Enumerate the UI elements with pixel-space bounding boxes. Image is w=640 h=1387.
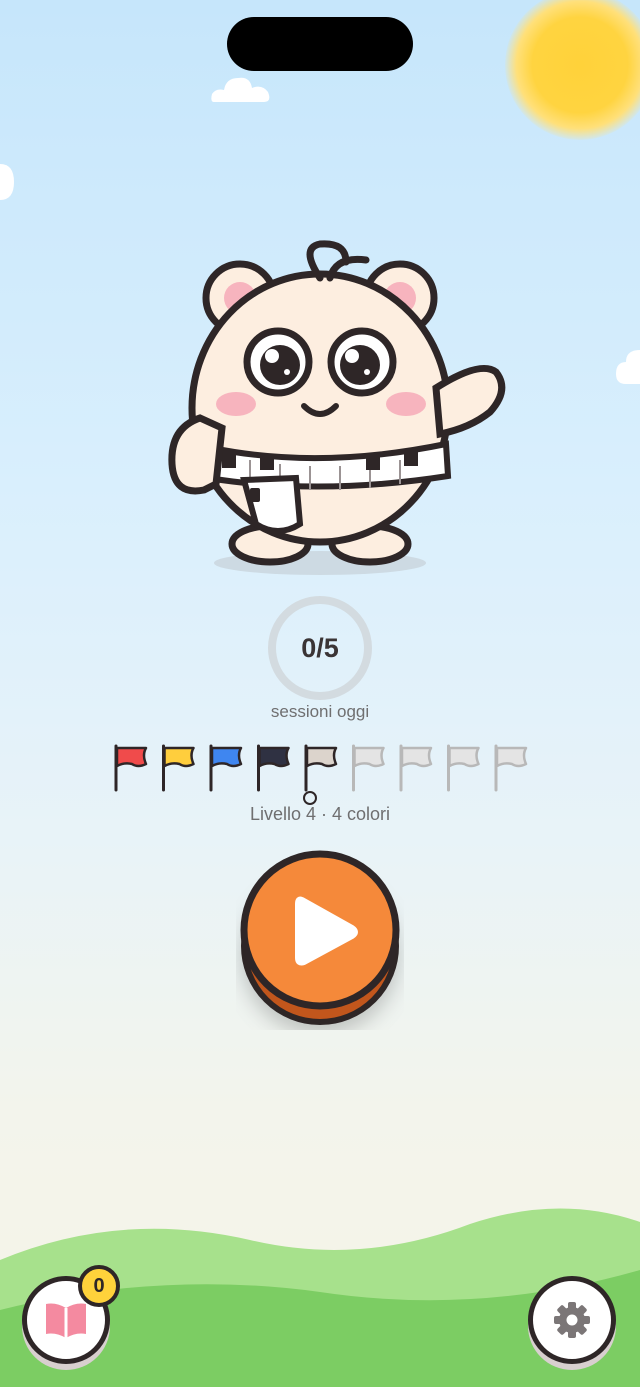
book-icon	[46, 1303, 86, 1338]
level-flag-beige	[304, 744, 338, 792]
cloud	[211, 77, 270, 102]
diary-count-badge: 0	[78, 1265, 120, 1307]
settings-button[interactable]	[528, 1276, 616, 1364]
level-flags	[114, 744, 528, 805]
level-flag-red	[114, 744, 148, 792]
mascot	[168, 240, 506, 575]
level-flag-gray	[352, 744, 385, 792]
level-flag-gray	[399, 744, 433, 792]
level-flag-blue	[209, 744, 243, 792]
session-progress-count: 0/5	[301, 632, 339, 663]
cloud	[616, 350, 640, 384]
level-flag-yellow	[162, 744, 195, 792]
level-flag-gray	[447, 744, 480, 792]
cloud	[0, 164, 14, 200]
dynamic-island	[227, 17, 413, 71]
current-level-marker	[303, 791, 317, 805]
level-flag-navy	[257, 744, 290, 792]
play-button[interactable]	[236, 850, 404, 1030]
sessions-today-label: sessioni oggi	[270, 702, 370, 721]
gear-icon	[554, 1302, 590, 1338]
level-label: Livello 4 · 4 colori	[249, 804, 391, 824]
sun	[505, 0, 640, 140]
level-flag-gray	[494, 744, 528, 792]
